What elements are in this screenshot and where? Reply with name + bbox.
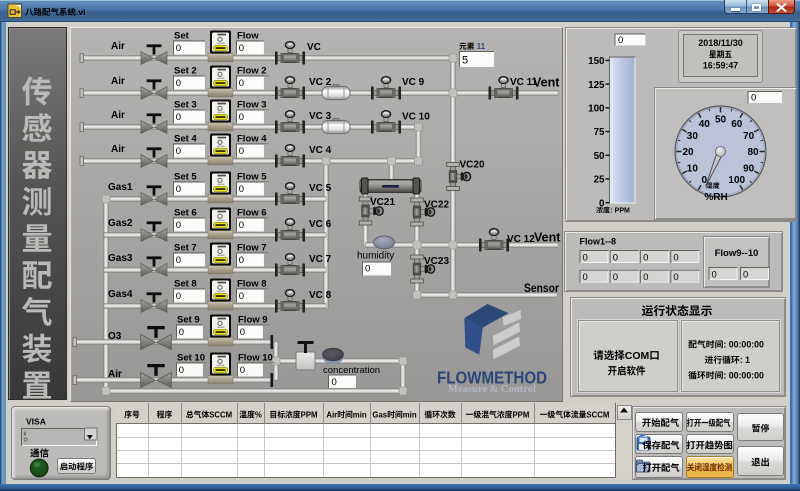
- svg-text:%: %: [255, 410, 262, 419]
- svg-text:0: 0: [618, 35, 623, 46]
- svg-text:COM: COM: [625, 350, 650, 362]
- svg-text:PPM: PPM: [512, 410, 529, 419]
- svg-text:90: 90: [743, 163, 755, 174]
- svg-text:25: 25: [594, 175, 605, 186]
- svg-text:50: 50: [715, 115, 727, 126]
- svg-text:Flow1--8: Flow1--8: [580, 237, 617, 247]
- svg-text:100: 100: [728, 175, 745, 186]
- svg-text:min: min: [353, 410, 367, 419]
- svg-text:Flow9--10: Flow9--10: [715, 248, 759, 259]
- svg-text:0: 0: [613, 272, 618, 283]
- svg-text:0: 0: [673, 252, 678, 263]
- svg-text:2018/11/30: 2018/11/30: [698, 38, 743, 48]
- svg-text:60: 60: [731, 119, 743, 130]
- svg-text:.vi: .vi: [76, 7, 85, 17]
- svg-text:0: 0: [643, 272, 648, 283]
- svg-text:O: O: [24, 438, 29, 444]
- svg-text:0: 0: [673, 272, 678, 283]
- svg-text:0: 0: [613, 252, 618, 263]
- svg-text:Air: Air: [326, 410, 338, 419]
- svg-text:16:59:47: 16:59:47: [703, 61, 738, 71]
- svg-text:: PPM: : PPM: [610, 208, 630, 215]
- svg-text:%RH: %RH: [704, 192, 727, 203]
- svg-text:100: 100: [588, 104, 605, 115]
- svg-text:0: 0: [751, 93, 756, 104]
- svg-text:0: 0: [712, 269, 717, 280]
- svg-text:80: 80: [747, 147, 759, 158]
- svg-text:Gas: Gas: [372, 410, 387, 419]
- svg-text:min: min: [403, 410, 417, 419]
- svg-text:50: 50: [594, 151, 605, 162]
- svg-text:: 00:00:00: : 00:00:00: [723, 340, 764, 350]
- svg-text:0: 0: [643, 252, 648, 263]
- svg-text:20: 20: [682, 147, 694, 158]
- svg-text:30: 30: [687, 131, 699, 142]
- svg-text:40: 40: [699, 119, 711, 130]
- svg-text:: 00:00:00: : 00:00:00: [723, 371, 764, 381]
- svg-text:75: 75: [594, 127, 605, 138]
- svg-text:PPM: PPM: [301, 410, 318, 419]
- svg-text:70: 70: [743, 131, 755, 142]
- svg-text:SCCM: SCCM: [209, 410, 232, 419]
- svg-text:VISA: VISA: [26, 417, 46, 427]
- svg-text:125: 125: [588, 80, 605, 91]
- svg-text:0: 0: [583, 272, 588, 283]
- svg-text:: 1: : 1: [740, 355, 750, 365]
- svg-text:10: 10: [687, 163, 699, 174]
- svg-text:0: 0: [743, 269, 748, 280]
- svg-text:150: 150: [588, 56, 605, 67]
- svg-text:SCCM: SCCM: [586, 410, 609, 419]
- svg-text:0: 0: [583, 252, 588, 263]
